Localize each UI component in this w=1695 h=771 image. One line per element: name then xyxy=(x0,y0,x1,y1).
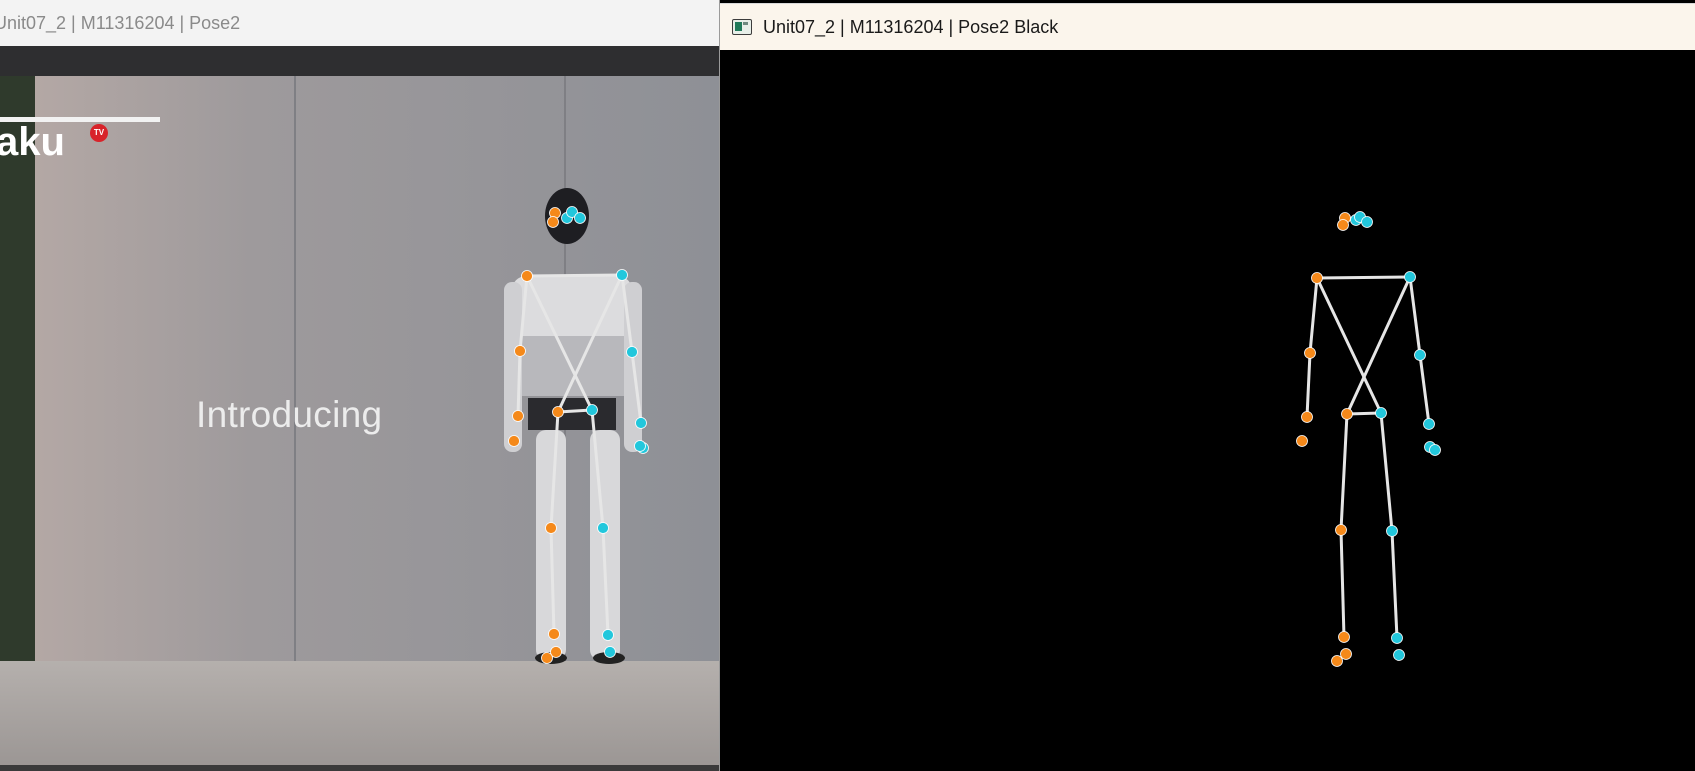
keypoint-rfoot xyxy=(1393,649,1405,661)
pose2-black-window[interactable]: Unit07_2 | M11316204 | Pose2 Black xyxy=(719,0,1695,771)
keypoint-lkn xyxy=(545,522,557,534)
pose2-titlebar[interactable]: Unit07_2 | M11316204 | Pose2 xyxy=(0,0,720,47)
keypoint-lhip xyxy=(1341,408,1353,420)
skeleton-bone xyxy=(525,273,624,278)
keypoint-lfoot2 xyxy=(1331,655,1343,667)
keypoint-rwr xyxy=(1423,418,1435,430)
keypoint-rear xyxy=(1361,216,1373,228)
keypoint-rhip xyxy=(1375,407,1387,419)
keypoint-lfoot xyxy=(1340,648,1352,660)
keypoint-rear xyxy=(574,212,586,224)
keypoint-lwr xyxy=(1301,411,1313,423)
keypoint-lhand xyxy=(508,435,520,447)
pose2-black-titlebar[interactable]: Unit07_2 | M11316204 | Pose2 Black xyxy=(720,3,1695,50)
keypoint-rhip xyxy=(586,404,598,416)
keypoint-lear xyxy=(1337,219,1349,231)
keypoint-lel xyxy=(1304,347,1316,359)
keypoint-rsh xyxy=(1404,271,1416,283)
keypoint-lfoot2 xyxy=(541,652,553,664)
pose2-black-scene xyxy=(720,50,1695,771)
keypoint-rfoot2 xyxy=(634,440,646,452)
pose2-black-window-title: Unit07_2 | M11316204 | Pose2 Black xyxy=(763,16,1059,37)
keypoint-rel xyxy=(626,346,638,358)
keypoint-rfoot2 xyxy=(1429,444,1441,456)
pose2-window-title: Unit07_2 | M11316204 | Pose2 xyxy=(0,12,241,33)
skeleton-bone xyxy=(516,349,522,418)
keypoint-rwr xyxy=(635,417,647,429)
keypoint-lsh xyxy=(521,270,533,282)
pose2-video-frame: aku TV Introducing xyxy=(0,46,720,771)
pose2-window-bottom-edge xyxy=(0,765,720,771)
keypoint-lkn xyxy=(1335,524,1347,536)
skeleton-bone xyxy=(1315,275,1412,280)
keypoint-lsh xyxy=(1311,272,1323,284)
keypoint-lhand xyxy=(1296,435,1308,447)
brand-badge: TV xyxy=(90,124,108,142)
pose2-black-canvas xyxy=(720,50,1695,771)
keypoint-lan xyxy=(548,628,560,640)
keypoint-ran xyxy=(1391,632,1403,644)
keypoint-lear xyxy=(547,216,559,228)
keypoint-rfoot xyxy=(604,646,616,658)
app-window-icon xyxy=(732,19,752,35)
pose2-window[interactable]: Unit07_2 | M11316204 | Pose2 aku TV Intr… xyxy=(0,0,720,771)
keypoint-lwr xyxy=(512,410,524,422)
keypoint-lhip xyxy=(552,406,564,418)
keypoint-rkn xyxy=(1386,525,1398,537)
keypoint-ran xyxy=(602,629,614,641)
keypoint-lan xyxy=(1338,631,1350,643)
keypoint-lel xyxy=(514,345,526,357)
video-caption: Introducing xyxy=(196,394,383,435)
brand-logo-text: aku xyxy=(0,120,65,164)
keypoint-rel xyxy=(1414,349,1426,361)
keypoint-rkn xyxy=(597,522,609,534)
keypoint-rsh xyxy=(616,269,628,281)
